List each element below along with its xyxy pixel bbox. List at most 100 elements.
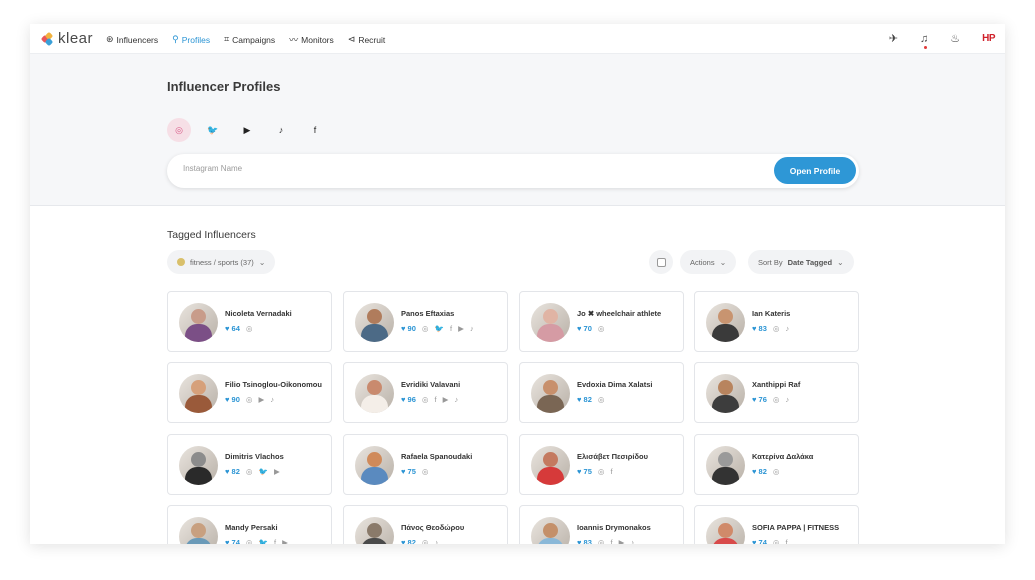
actions-label: Actions	[690, 257, 715, 267]
influence-score: ♥ 82	[225, 467, 240, 476]
avatar	[706, 303, 745, 342]
influencer-card[interactable]: Jo ✖ wheelchair athlete ♥ 70 ◎	[519, 291, 684, 352]
notifications-button[interactable]: ♫	[920, 33, 928, 49]
account-brand-logo[interactable]: HP	[982, 33, 995, 44]
tag-filter-label: fitness / sports (37)	[190, 257, 254, 267]
influencer-stats: ♥ 90 ◎ ▶ ♪	[225, 395, 276, 404]
platform-selector: ◎ 🐦 ▶ ♪ f	[167, 118, 327, 142]
avatar	[355, 303, 394, 342]
influencer-card[interactable]: Dimitris Vlachos ♥ 82 ◎ 🐦 ▶	[167, 434, 332, 495]
influencer-name: Evridiki Valavani	[401, 380, 461, 389]
social-network-icons: ◎ 🐦 ▶	[245, 467, 282, 476]
influencer-name: Rafaela Spanoudaki	[401, 452, 473, 461]
avatar	[355, 446, 394, 485]
influencer-card[interactable]: Rafaela Spanoudaki ♥ 75 ◎	[343, 434, 508, 495]
youtube-icon[interactable]: ▶	[235, 118, 259, 142]
nav-label: Campaigns	[232, 34, 276, 45]
page-title: Influencer Profiles	[167, 79, 281, 94]
influencer-card[interactable]: Ian Kateris ♥ 83 ◎ ♪	[694, 291, 859, 352]
influencer-name: Mandy Persaki	[225, 523, 278, 532]
influence-score: ♥ 82	[577, 395, 592, 404]
social-network-icons: ◎ ▶ ♪	[245, 395, 277, 404]
actions-dropdown[interactable]: Actions ⌄	[680, 250, 737, 274]
avatar	[706, 374, 745, 413]
social-network-icons: ◎ ♪	[772, 324, 792, 333]
klear-logo[interactable]: klear	[40, 30, 93, 47]
send-icon[interactable]: ✈	[889, 32, 898, 45]
influence-score: ♥ 83	[577, 538, 592, 544]
influencer-card[interactable]: Xanthippi Raf ♥ 76 ◎ ♪	[694, 362, 859, 423]
tag-filter-dropdown[interactable]: fitness / sports (37) ⌄	[167, 250, 276, 274]
influencer-name: Ioannis Drymonakos	[577, 523, 651, 532]
tag-color-dot	[177, 258, 185, 266]
tiktok-icon[interactable]: ♪	[269, 118, 293, 142]
influence-score: ♥ 82	[752, 467, 767, 476]
profile-search-box: Open Profile	[167, 154, 859, 188]
facebook-icon[interactable]: f	[303, 118, 327, 142]
instagram-icon[interactable]: ◎	[167, 118, 191, 142]
influence-score: ♥ 82	[401, 538, 416, 544]
social-network-icons: ◎ ♪	[421, 538, 441, 544]
influencer-stats: ♥ 75 ◎ f	[577, 467, 615, 476]
influencer-card[interactable]: Πάνος Θεοδώρου ♥ 82 ◎ ♪	[343, 505, 508, 544]
avatar	[179, 374, 218, 413]
chevron-down-icon: ⌄	[837, 257, 844, 267]
checkbox-square	[656, 257, 666, 267]
influencer-name: Jo ✖ wheelchair athlete	[577, 309, 662, 318]
influencer-name: Κατερίνα Δαλάκα	[752, 452, 814, 461]
social-network-icons: ◎ ♪	[772, 395, 792, 404]
influencer-stats: ♥ 74 ◎ 🐦 f ▶	[225, 538, 290, 544]
social-network-icons: ◎ f ▶ ♪	[597, 538, 637, 544]
sort-dropdown[interactable]: Sort By Date Tagged ⌄	[748, 250, 854, 274]
select-all-checkbox[interactable]	[649, 250, 673, 274]
influencer-card[interactable]: Κατερίνα Δαλάκα ♥ 82 ◎	[694, 434, 859, 495]
influencer-stats: ♥ 83 ◎ ♪	[752, 324, 791, 333]
twitter-icon[interactable]: 🐦	[201, 118, 225, 142]
instagram-name-input[interactable]	[183, 164, 743, 173]
fire-icon[interactable]: ♨	[950, 32, 960, 45]
influencer-card[interactable]: Nicoleta Vernadaki ♥ 64 ◎	[167, 291, 332, 352]
avatar	[706, 446, 745, 485]
nav-item-monitors[interactable]: 〰 Monitors	[289, 33, 334, 46]
avatar	[531, 446, 570, 485]
profiles-icon: ⚲	[172, 34, 179, 44]
avatar	[355, 374, 394, 413]
influencer-stats: ♥ 64 ◎	[225, 324, 254, 333]
influencer-card[interactable]: Evridiki Valavani ♥ 96 ◎ f ▶ ♪	[343, 362, 508, 423]
sort-value: Date Tagged	[787, 257, 833, 267]
social-network-icons: ◎ f	[597, 467, 615, 476]
influencer-card[interactable]: Filio Tsinoglou-Oikonomou ♥ 90 ◎ ▶ ♪	[167, 362, 332, 423]
social-network-icons: ◎	[421, 467, 431, 476]
app-window: klear ⊛ Influencers ⚲ Profiles ⌗ Campaig…	[30, 24, 1005, 544]
nav-item-recruit[interactable]: ⊲ Recruit	[348, 33, 385, 46]
profile-search-hero: Influencer Profiles ◎ 🐦 ▶ ♪ f Open Profi…	[30, 54, 1005, 206]
monitors-icon: 〰	[289, 35, 299, 45]
influencer-name: Nicoleta Vernadaki	[225, 309, 292, 318]
influencer-stats: ♥ 70 ◎	[577, 324, 606, 333]
chevron-down-icon: ⌄	[258, 257, 266, 267]
open-profile-button[interactable]: Open Profile	[774, 157, 856, 184]
social-network-icons: ◎	[772, 467, 782, 476]
top-navigation-bar: klear ⊛ Influencers ⚲ Profiles ⌗ Campaig…	[30, 24, 1005, 54]
influencer-card[interactable]: Evdoxia Dima Xalatsi ♥ 82 ◎	[519, 362, 684, 423]
influencer-name: Evdoxia Dima Xalatsi	[577, 380, 653, 389]
influencer-card[interactable]: Ελισάβετ Πεσιρίδου ♥ 75 ◎ f	[519, 434, 684, 495]
influencer-card[interactable]: Ioannis Drymonakos ♥ 83 ◎ f ▶ ♪	[519, 505, 684, 544]
notification-dot	[923, 45, 927, 49]
avatar	[179, 303, 218, 342]
avatar	[531, 517, 570, 544]
influence-score: ♥ 90	[225, 395, 240, 404]
nav-item-profiles[interactable]: ⚲ Profiles	[172, 33, 210, 46]
nav-item-campaigns[interactable]: ⌗ Campaigns	[224, 33, 275, 46]
chevron-down-icon: ⌄	[719, 257, 727, 267]
social-network-icons: ◎ f	[772, 538, 790, 544]
nav-label: Influencers	[116, 34, 159, 45]
nav-label: Profiles	[181, 34, 211, 45]
influencer-card[interactable]: SOFIA PAPPA | FITNESS ♥ 74 ◎ f	[694, 505, 859, 544]
avatar	[531, 303, 570, 342]
nav-item-influencers[interactable]: ⊛ Influencers	[106, 33, 158, 46]
influencer-name: Xanthippi Raf	[752, 380, 801, 389]
social-network-icons: ◎	[597, 395, 607, 404]
influencer-card[interactable]: Panos Eftaxias ♥ 90 ◎ 🐦 f ▶ ♪	[343, 291, 508, 352]
influencer-card[interactable]: Mandy Persaki ♥ 74 ◎ 🐦 f ▶	[167, 505, 332, 544]
